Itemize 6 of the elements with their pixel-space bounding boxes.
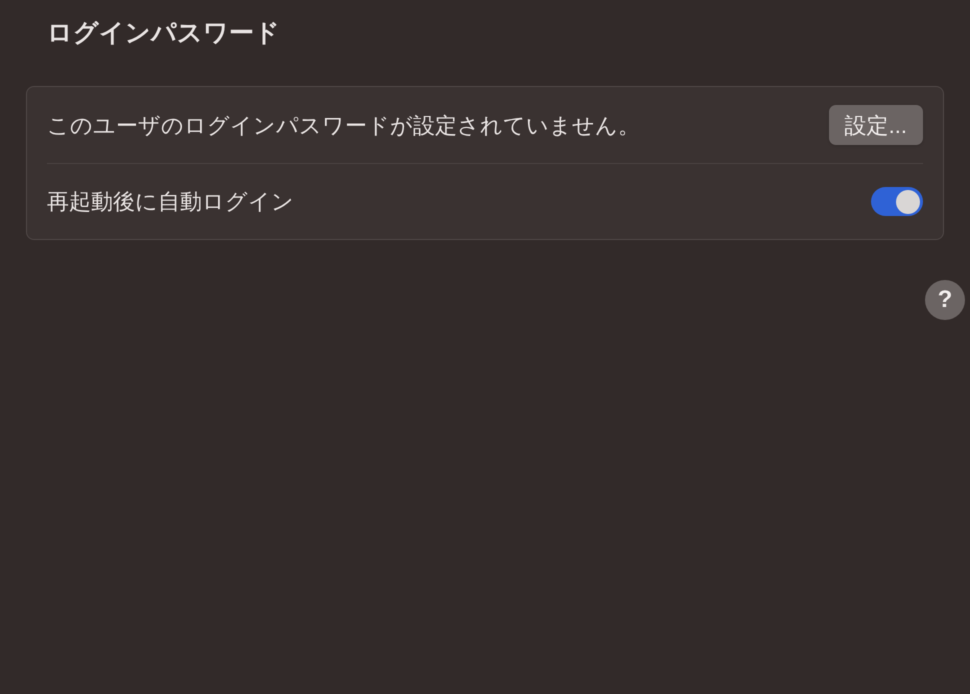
setting-label: このユーザのログインパスワードが設定されていません。 bbox=[47, 112, 640, 140]
set-button[interactable]: 設定... bbox=[828, 105, 923, 145]
toggle-switch[interactable] bbox=[871, 187, 923, 216]
help-button[interactable]: ? bbox=[925, 280, 965, 320]
setting-label: 再起動後に自動ログイン bbox=[47, 188, 294, 216]
section-title: ログインパスワード bbox=[46, 18, 281, 49]
